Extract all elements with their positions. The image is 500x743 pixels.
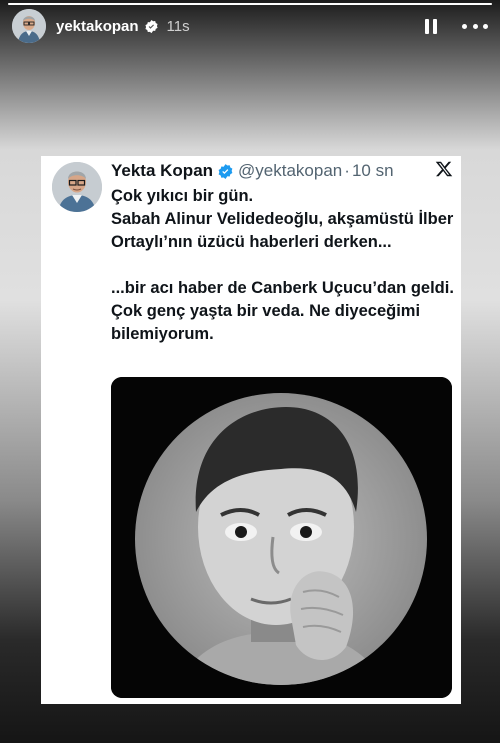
verified-icon xyxy=(217,163,234,180)
story-username[interactable]: yektakopan xyxy=(56,18,139,35)
tweet-line: Sabah Alinur Velidedeoğlu, akşamüstü İlb… xyxy=(111,210,454,251)
tweet-card[interactable]: Yekta Kopan @yektakopan · 10 sn Çok yıkı… xyxy=(41,156,461,704)
tweet-line: ...bir acı haber de Canberk Uçucu’dan ge… xyxy=(111,279,454,343)
tweet-avatar[interactable] xyxy=(52,162,102,212)
story-actions xyxy=(420,15,488,37)
x-logo-icon[interactable] xyxy=(435,160,453,178)
tweet-separator: · xyxy=(344,161,350,180)
tweet-image[interactable] xyxy=(111,377,452,698)
story-progress-fill xyxy=(8,3,492,5)
story-header: yektakopan 11s xyxy=(12,8,488,44)
pause-icon[interactable] xyxy=(420,15,442,37)
story-time: 11s xyxy=(166,17,190,35)
avatar-portrait-icon xyxy=(12,9,46,43)
tweet-handle[interactable]: @yektakopan xyxy=(238,161,342,181)
tweet-time: 10 sn xyxy=(351,161,394,180)
verified-icon xyxy=(144,19,159,34)
more-options-icon[interactable] xyxy=(462,15,488,37)
tweet-header: Yekta Kopan @yektakopan · 10 sn xyxy=(111,159,453,183)
tweet-text: Çok yıkıcı bir gün. Sabah Alinur Velided… xyxy=(111,185,455,346)
tweet-line: Çok yıkıcı bir gün. xyxy=(111,187,254,205)
avatar-portrait-icon xyxy=(52,162,102,212)
tweet-line-break xyxy=(111,254,455,277)
tweet-display-name[interactable]: Yekta Kopan xyxy=(111,161,213,181)
story-progress-bar xyxy=(8,3,492,5)
story-avatar[interactable] xyxy=(12,9,46,43)
portrait-photo-icon xyxy=(111,377,452,698)
